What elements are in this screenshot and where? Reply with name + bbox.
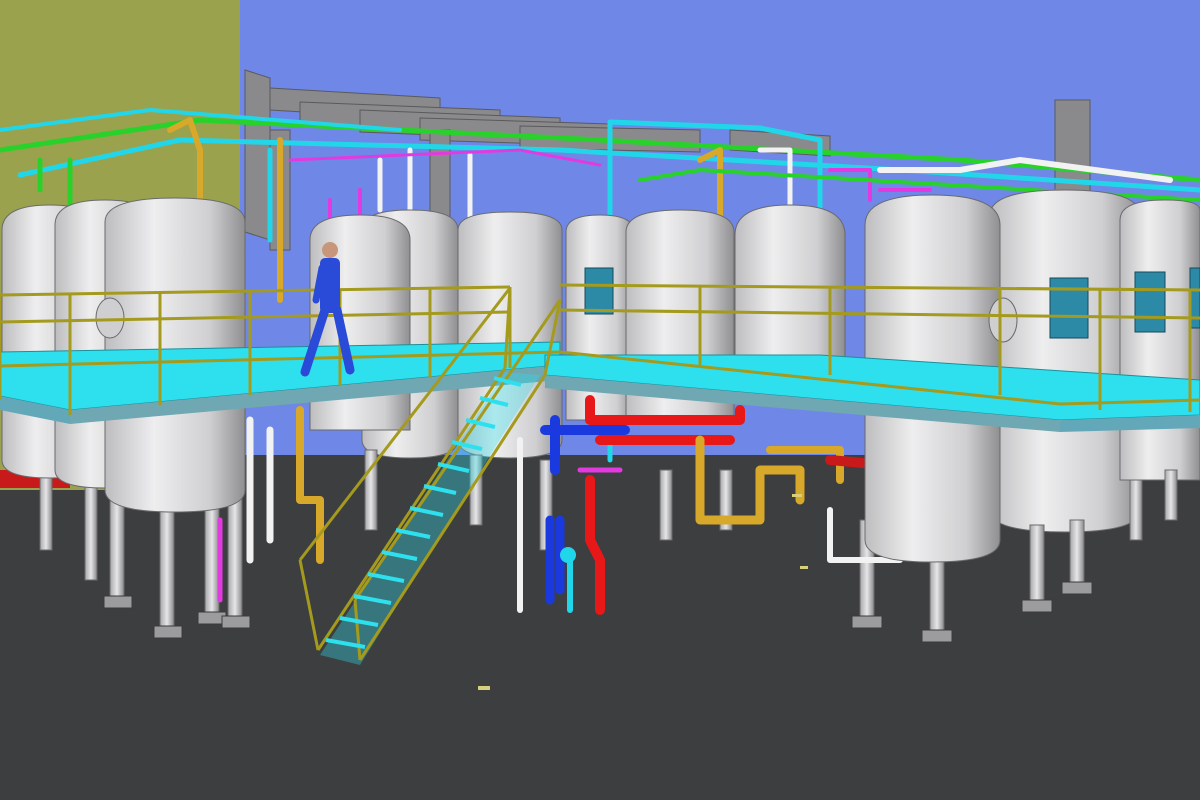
control-panel	[584, 267, 614, 315]
plant-3d-model-scene	[0, 0, 1200, 800]
vertical-storage-tank	[989, 189, 1141, 533]
control-panel	[1049, 277, 1089, 339]
vertical-storage-tank	[1119, 199, 1200, 481]
control-panel	[1134, 271, 1166, 333]
scene-canvas	[0, 0, 1200, 800]
